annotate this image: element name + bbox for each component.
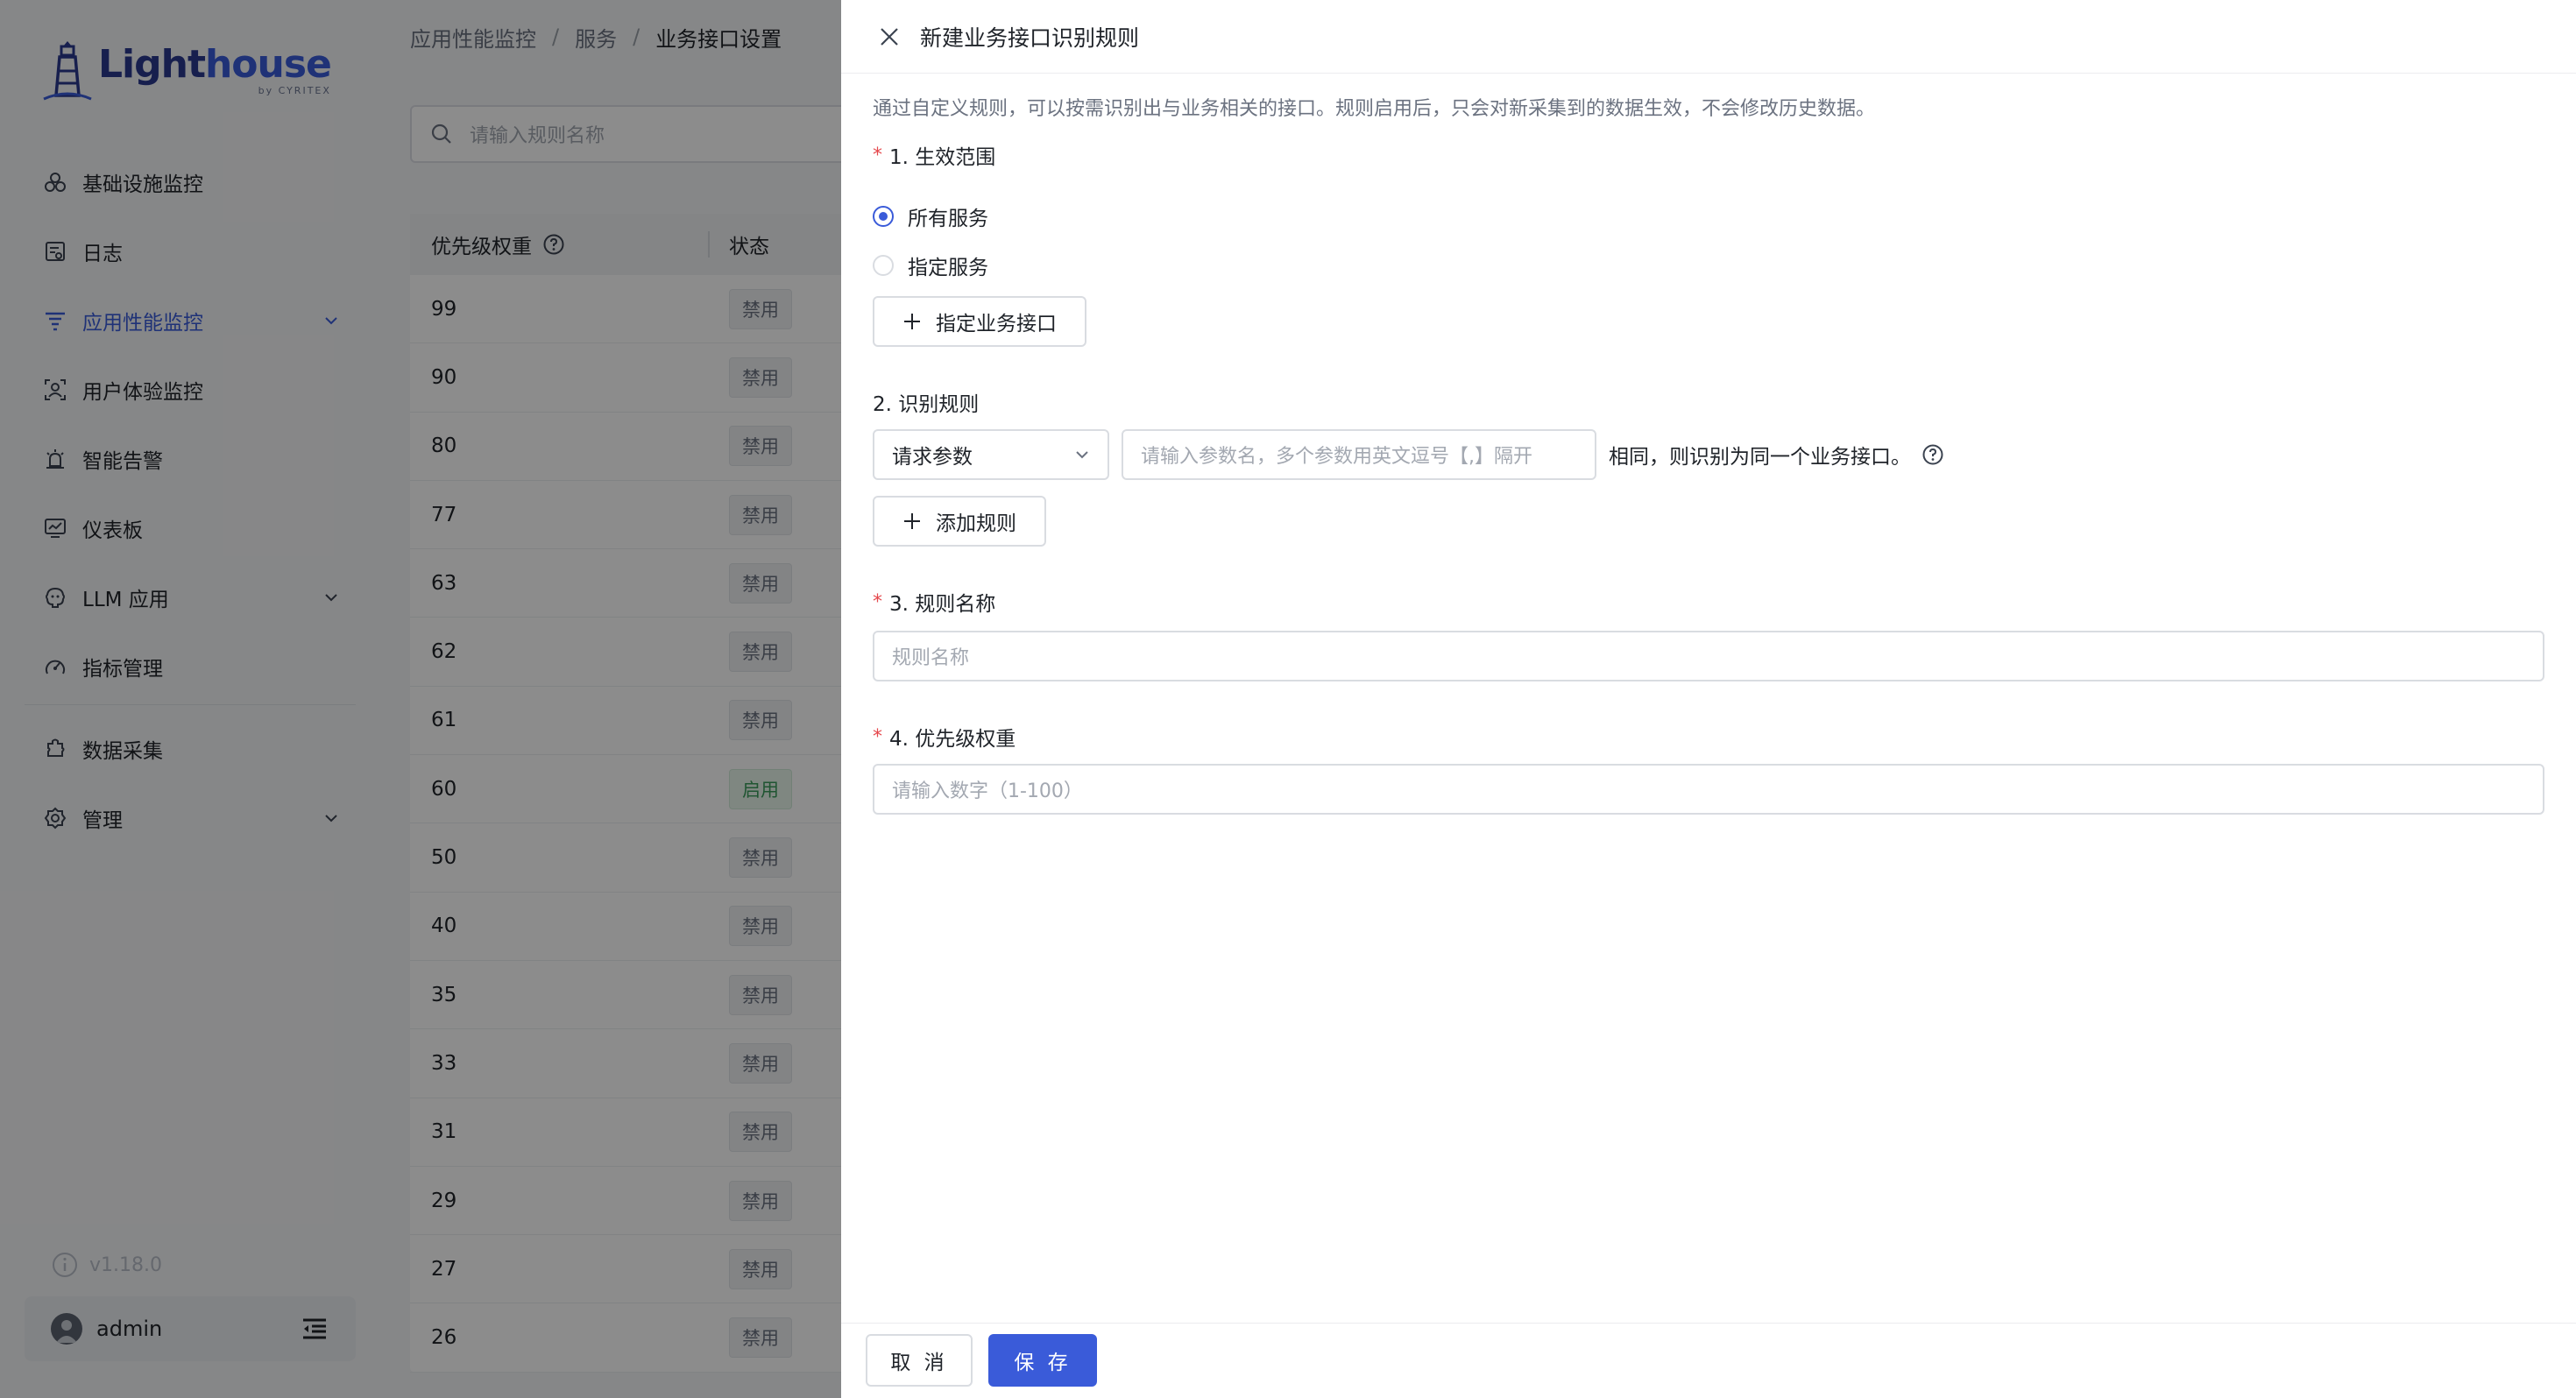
rule-suffix: 相同，则识别为同一个业务接口。 [1609,440,1944,470]
radio-specified-services[interactable]: 指定服务 [873,251,988,280]
drawer-description: 通过自定义规则，可以按需识别出与业务相关的接口。规则启用后，只会对新采集到的数据… [873,98,1876,120]
save-button[interactable]: 保 存 [988,1334,1097,1387]
drawer-overlay[interactable] [0,0,841,1398]
specify-interface-button[interactable]: 指定业务接口 [873,296,1086,347]
rule-name-input[interactable]: 规则名称 [873,631,2544,681]
close-icon[interactable] [876,24,902,50]
radio-dot[interactable] [873,206,894,227]
chevron-down-icon [1072,445,1092,464]
plus-icon [902,512,922,531]
create-rule-drawer: 新建业务接口识别规则 通过自定义规则，可以按需识别出与业务相关的接口。规则启用后… [841,0,2576,1398]
radio-all-services[interactable]: 所有服务 [873,201,988,231]
scope-label: * 1. 生效范围 [873,140,995,170]
cancel-button[interactable]: 取 消 [866,1334,973,1387]
drawer-header: 新建业务接口识别规则 [841,0,2576,74]
scope-label-text: 1. 生效范围 [889,146,996,169]
add-rule-button[interactable]: 添加规则 [873,496,1046,547]
add-rule-button-label: 添加规则 [936,512,1016,535]
rule-type-select-value: 请求参数 [892,446,973,469]
priority-label-text: 4. 优先级权重 [889,728,1016,751]
radio-all-services-label: 所有服务 [908,208,988,230]
rule-label: 2. 识别规则 [873,393,980,416]
priority-placeholder: 请输入数字（1-100） [892,780,1083,802]
rule-name-label: * 3. 规则名称 [873,587,995,617]
priority-input[interactable]: 请输入数字（1-100） [873,764,2544,815]
rule-name-label-text: 3. 规则名称 [889,593,996,616]
plus-icon [902,312,922,331]
specify-interface-button-label: 指定业务接口 [936,313,1057,335]
radio-specified-services-label: 指定服务 [908,257,988,279]
priority-label: * 4. 优先级权重 [873,722,1016,752]
drawer-footer: 取 消 保 存 [841,1323,2576,1398]
help-icon[interactable] [1921,443,1944,466]
param-name-placeholder: 请输入参数名，多个参数用英文逗号【,】隔开 [1141,446,1532,468]
rule-type-select[interactable]: 请求参数 [873,429,1109,480]
rule-name-placeholder: 规则名称 [892,647,970,669]
rule-suffix-text: 相同，则识别为同一个业务接口。 [1609,446,1911,469]
param-name-input[interactable]: 请输入参数名，多个参数用英文逗号【,】隔开 [1122,429,1596,480]
radio-dot[interactable] [873,255,894,276]
drawer-title: 新建业务接口识别规则 [920,25,1140,51]
